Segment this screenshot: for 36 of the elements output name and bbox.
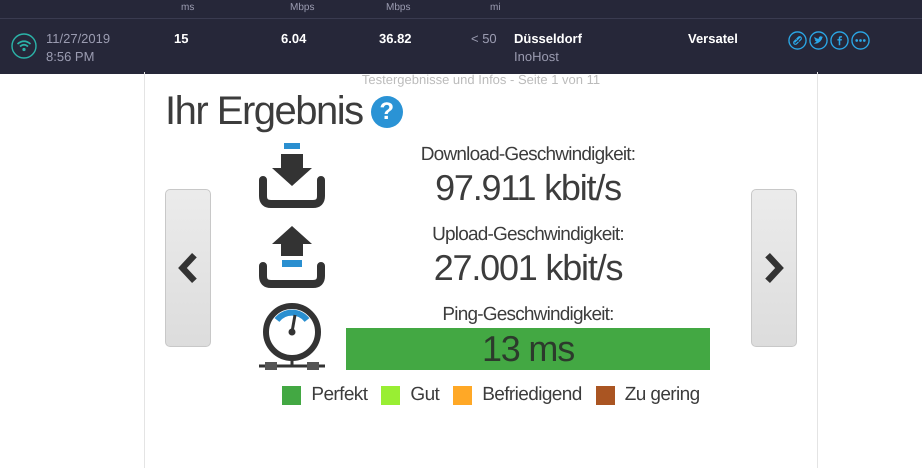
gauge-icon: [257, 302, 327, 372]
page-subtitle: Testergebnisse und Infos - Seite 1 von 11: [360, 72, 602, 87]
column-unit: mi: [490, 2, 501, 14]
test-date: 11/27/2019: [46, 31, 112, 46]
chevron-left-icon: [177, 251, 199, 285]
stat-value: 97.911 kbit/s: [434, 166, 622, 210]
ping-value: 15: [174, 31, 190, 46]
stat-value: 27.001 kbit/s: [432, 246, 624, 290]
next-button[interactable]: [751, 189, 797, 347]
link-icon[interactable]: [788, 31, 807, 50]
upload-value: 36.82: [379, 31, 413, 46]
distance-value: < 50: [471, 31, 498, 46]
wifi-icon: [11, 33, 37, 59]
server-host: InoHost: [514, 49, 560, 64]
server-city: Düsseldorf: [514, 31, 583, 46]
legend-label: Perfekt: [311, 384, 368, 406]
legend-label: Zu gering: [624, 384, 700, 406]
ping-result: 13 ms: [346, 328, 710, 370]
previous-button[interactable]: [165, 189, 211, 347]
download-value: 6.04: [281, 31, 308, 46]
column-unit: Mbps: [290, 2, 314, 14]
legend-label: Befriedigend: [482, 384, 582, 406]
result-title: Ihr Ergebnis: [165, 89, 363, 134]
chevron-right-icon: [763, 251, 785, 285]
bird-icon[interactable]: [809, 31, 828, 50]
f-icon[interactable]: [830, 31, 849, 50]
stat-label: Upload-Geschwindigkeit:: [431, 224, 625, 246]
legend-label: Gut: [410, 384, 440, 406]
column-unit: Mbps: [386, 2, 410, 14]
column-unit: ms: [181, 2, 194, 14]
stat-label: Ping-Geschwindigkeit:: [441, 304, 615, 326]
test-time: 8:56 PM: [46, 49, 96, 64]
provider-name: Versatel: [688, 31, 739, 46]
stat-label: Download-Geschwindigkeit:: [420, 144, 636, 166]
help-icon[interactable]: ?: [370, 96, 403, 128]
more-icon[interactable]: [851, 31, 870, 50]
